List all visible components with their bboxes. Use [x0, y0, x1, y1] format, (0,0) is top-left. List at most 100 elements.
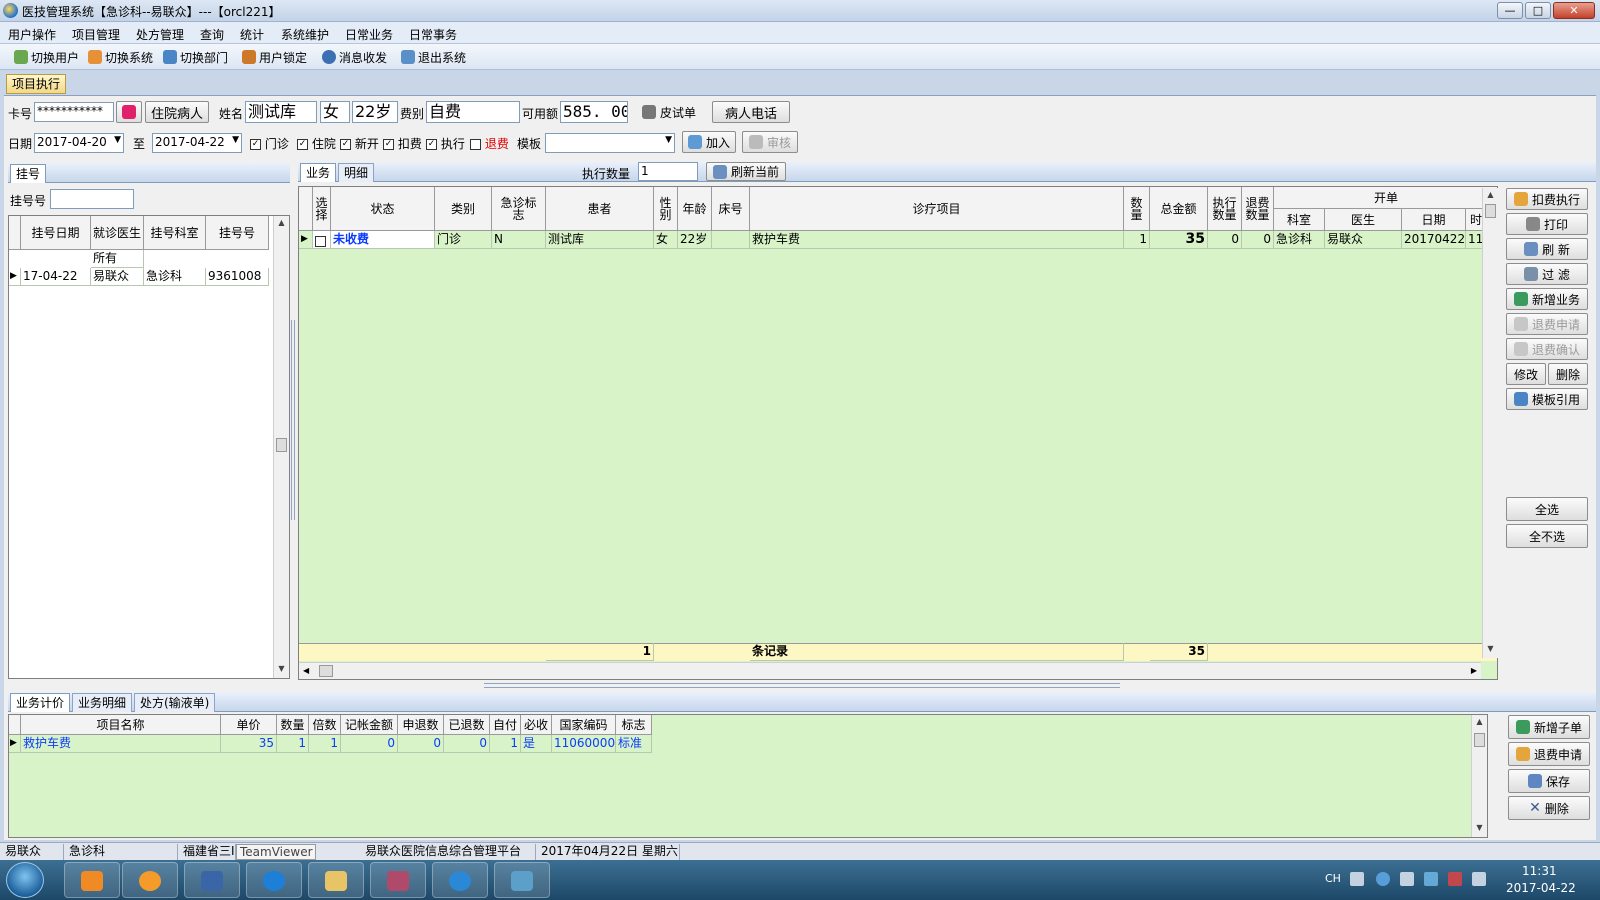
taskbar-app-1[interactable] — [64, 862, 120, 898]
charged-checkbox[interactable]: ✓ 扣费 — [383, 135, 422, 152]
col-sex[interactable]: 性别 — [654, 187, 678, 231]
row-category[interactable]: 门诊 — [435, 231, 492, 249]
switch-system-button[interactable]: 切换系统 — [88, 48, 153, 66]
col-national-code[interactable]: 国家编码 — [552, 715, 616, 735]
col-bed[interactable]: 床号 — [712, 187, 750, 231]
pricing-row-name[interactable]: 救护车费 — [21, 735, 221, 753]
splitter-vertical[interactable] — [291, 320, 295, 520]
col-qty[interactable]: 数量 — [1124, 187, 1150, 231]
date-from-picker[interactable]: 2017-04-20 ▼ — [34, 133, 124, 153]
scroll-thumb[interactable] — [319, 665, 333, 677]
col-reg-dept[interactable]: 挂号科室 — [144, 216, 206, 250]
pricing-table-scrollbar[interactable]: ▲ ▼ — [1471, 715, 1487, 837]
menu-daily-business[interactable]: 日常业务 — [345, 26, 393, 43]
col-flag[interactable]: 标志 — [616, 715, 652, 735]
keyboard-icon[interactable] — [1350, 872, 1364, 886]
refresh-button[interactable]: 刷 新 — [1506, 238, 1588, 260]
charge-exec-button[interactable]: 扣费执行 — [1506, 188, 1588, 210]
deselect-all-button[interactable]: 全不选 — [1506, 524, 1588, 548]
row-select-checkbox[interactable] — [313, 231, 331, 249]
template-select[interactable]: ▼ — [545, 133, 675, 153]
row-emergency[interactable]: N — [492, 231, 546, 249]
pricing-row-refunded[interactable]: 0 — [444, 735, 490, 753]
inpatient-checkbox[interactable]: ✓ 住院 — [297, 135, 336, 152]
refresh-current-button[interactable]: 刷新当前 — [706, 162, 786, 181]
pricing-row-amount[interactable]: 0 — [341, 735, 398, 753]
pricing-row-flag[interactable]: 标准 — [616, 735, 652, 753]
col-doctor[interactable]: 就诊医生 — [91, 216, 144, 250]
pricing-row-req-refund[interactable]: 0 — [398, 735, 444, 753]
col-multiple[interactable]: 倍数 — [309, 715, 341, 735]
pricing-row-price[interactable]: 35 — [221, 735, 277, 753]
card-reader-button[interactable] — [116, 101, 142, 123]
menu-daily-affairs[interactable]: 日常事务 — [409, 26, 457, 43]
row-qty[interactable]: 1 — [1124, 231, 1150, 249]
menu-query[interactable]: 查询 — [200, 26, 224, 43]
edit-button[interactable]: 修改 — [1506, 363, 1546, 385]
menu-system-maint[interactable]: 系统维护 — [281, 26, 329, 43]
row-exec-qty[interactable]: 0 — [1208, 231, 1242, 249]
bottom-refund-apply-button[interactable]: 退费申请 — [1508, 742, 1590, 766]
filter-button[interactable]: 过 滤 — [1506, 263, 1588, 285]
message-button[interactable]: 消息收发 — [322, 48, 387, 66]
pricing-row-code[interactable]: 110600001 — [552, 735, 616, 753]
outpatient-checkbox[interactable]: ✓ 门诊 — [250, 135, 289, 152]
module-tab-project-exec[interactable]: 项目执行 — [6, 74, 66, 94]
network-icon[interactable] — [1424, 872, 1438, 886]
reg-no-input[interactable] — [50, 189, 134, 209]
row-all-cell[interactable]: 所有 — [91, 250, 144, 268]
teamviewer-tray-icon[interactable] — [1376, 872, 1390, 886]
exit-button[interactable]: 退出系统 — [401, 48, 466, 66]
table-row-doctor[interactable]: 易联众 — [91, 268, 144, 286]
business-table-hscrollbar[interactable]: ◀ ▶ — [299, 662, 1481, 679]
taskbar-app-2[interactable] — [122, 862, 178, 898]
menu-statistics[interactable]: 统计 — [240, 26, 264, 43]
business-table-vscrollbar[interactable]: ▲ ▼ — [1482, 188, 1498, 658]
refund-checkbox[interactable]: 退费 — [470, 135, 509, 152]
date-to-picker[interactable]: 2017-04-22 ▼ — [152, 133, 242, 153]
switch-user-button[interactable]: 切换用户 — [14, 48, 79, 66]
col-unit-price[interactable]: 单价 — [221, 715, 277, 735]
tab-prescription-infusion[interactable]: 处方(输液单) — [134, 693, 216, 712]
col-req-refund[interactable]: 申退数 — [398, 715, 444, 735]
row-status[interactable]: 未收费 — [331, 231, 435, 249]
col-open-doctor[interactable]: 医生 — [1325, 209, 1402, 231]
add-button[interactable]: 加入 — [682, 131, 736, 153]
refund-confirm-button[interactable]: 退费确认 — [1506, 338, 1588, 360]
taskbar-app-explorer[interactable] — [308, 862, 364, 898]
pricing-row-mult[interactable]: 1 — [309, 735, 341, 753]
maximize-button[interactable]: □ — [1525, 2, 1551, 19]
select-all-button[interactable]: 全选 — [1506, 497, 1588, 521]
inpatient-button[interactable]: 住院病人 — [145, 101, 209, 123]
print-button[interactable]: 打印 — [1506, 213, 1588, 235]
col-refunded[interactable]: 已退数 — [444, 715, 490, 735]
row-age[interactable]: 22岁 — [678, 231, 712, 249]
new-sub-order-button[interactable]: 新增子单 — [1508, 715, 1590, 739]
row-item[interactable]: 救护车费 — [750, 231, 1124, 249]
pricing-row-required[interactable]: 是 — [521, 735, 552, 753]
user-lock-button[interactable]: 用户锁定 — [242, 48, 307, 66]
col-account-amount[interactable]: 记帐金额 — [341, 715, 398, 735]
row-total[interactable]: 35 — [1150, 231, 1208, 249]
new-business-button[interactable]: 新增业务 — [1506, 288, 1588, 310]
flag-icon[interactable] — [1448, 872, 1462, 886]
col-item[interactable]: 诊疗项目 — [750, 187, 1124, 231]
scroll-thumb[interactable] — [1474, 733, 1485, 747]
menu-prescription-mgmt[interactable]: 处方管理 — [136, 26, 184, 43]
patient-phone-button[interactable]: 病人电话 — [712, 101, 790, 123]
col-qty[interactable]: 数量 — [277, 715, 309, 735]
executed-checkbox[interactable]: ✓ 执行 — [426, 135, 465, 152]
col-required[interactable]: 必收 — [521, 715, 552, 735]
splitter-horizontal[interactable] — [484, 683, 1120, 688]
save-button[interactable]: 保存 — [1508, 769, 1590, 793]
delete-button[interactable]: 删除 — [1548, 363, 1588, 385]
tab-business-pricing[interactable]: 业务计价 — [10, 693, 71, 712]
volume-icon[interactable] — [1472, 872, 1486, 886]
col-total[interactable]: 总金额 — [1150, 187, 1208, 231]
table-row-no[interactable]: 9361008 — [206, 268, 269, 286]
row-refund-qty[interactable]: 0 — [1242, 231, 1274, 249]
table-row-date[interactable]: 17-04-22 — [21, 268, 91, 286]
clock-date[interactable]: 2017-04-22 — [1506, 881, 1576, 895]
taskbar-app-6[interactable] — [432, 862, 488, 898]
taskbar-app-teamviewer[interactable] — [246, 862, 302, 898]
